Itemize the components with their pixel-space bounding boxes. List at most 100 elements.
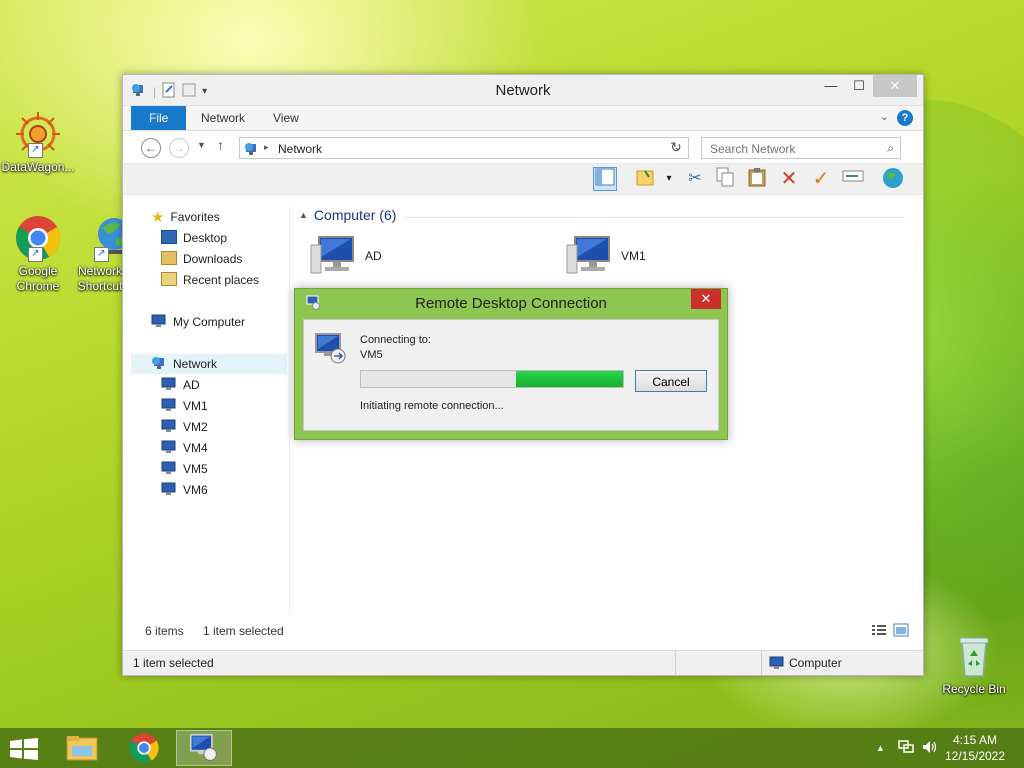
nav-network-vm5[interactable]: VM5 (161, 459, 208, 479)
refresh-button[interactable]: ↻ (665, 136, 687, 158)
address-text: Network (278, 142, 323, 156)
delete-icon[interactable]: ✕ (777, 167, 801, 191)
nav-network-vm4[interactable]: VM4 (161, 438, 208, 458)
search-icon[interactable]: ⌕ (887, 141, 894, 156)
checkmark-icon[interactable]: ✓ (809, 167, 833, 191)
folder-icon (66, 734, 98, 765)
navigation-pane: ★ Favorites Desktop Downloads Recent plac… (131, 205, 287, 613)
group-header-computer[interactable]: ▲ Computer (6) (299, 207, 396, 223)
network-status-icon[interactable] (898, 740, 914, 757)
desktop-icon-google-chrome[interactable]: ↗ Google Chrome (0, 214, 76, 294)
connection-status: Initiating remote connection... (360, 400, 504, 412)
cancel-button[interactable]: Cancel (635, 370, 707, 392)
desktop-icon-recycle-bin[interactable]: Recycle Bin (936, 632, 1012, 697)
globe-icon[interactable] (881, 167, 905, 191)
rename-icon[interactable] (841, 167, 865, 191)
tab-file[interactable]: File (131, 106, 187, 130)
command-toolbar: ▾ ✂ ✕ ✓ (123, 163, 923, 195)
cut-icon[interactable]: ✂ (683, 167, 707, 191)
computer-monitor-icon (309, 235, 357, 280)
remote-desktop-dialog: Remote Desktop Connection ✕ Connecting t… (294, 288, 728, 440)
desktop-icon-label: DataWagon... (1, 160, 75, 174)
address-bar[interactable]: ▸ Network ⌄ (239, 137, 689, 159)
search-input[interactable] (708, 139, 872, 159)
window-titlebar[interactable]: | ▾ Network — ☐ ✕ (123, 75, 923, 106)
status-zone: Computer (789, 656, 842, 670)
nav-network[interactable]: Network (131, 354, 287, 374)
minimize-button[interactable]: — (817, 75, 845, 97)
shortcut-arrow-icon: ↗ (94, 247, 109, 262)
nav-downloads[interactable]: Downloads (161, 249, 242, 269)
nav-network-ad[interactable]: AD (161, 375, 200, 395)
nav-favorites[interactable]: ★ Favorites (151, 207, 220, 227)
nav-recent-places[interactable]: Recent places (161, 270, 259, 290)
close-button[interactable]: ✕ (873, 75, 917, 97)
recycle-bin-icon (950, 632, 998, 680)
tab-network[interactable]: Network (187, 106, 259, 130)
nav-desktop[interactable]: Desktop (161, 228, 227, 248)
desktop-icon-datawagon[interactable]: ↗ DataWagon... (0, 110, 76, 175)
breadcrumb-chevron-icon[interactable]: ▸ (264, 142, 269, 153)
desktop-icon-label: Google Chrome (16, 264, 60, 293)
taskbar-chrome[interactable] (116, 730, 172, 766)
desktop-icon (161, 230, 177, 244)
shortcut-arrow-icon: ↗ (28, 247, 43, 262)
connecting-target: VM5 (360, 349, 383, 361)
details-view-icon[interactable] (871, 623, 887, 640)
window-title: Network (495, 82, 551, 99)
up-button[interactable]: ↑ (217, 137, 224, 153)
connection-progress-bar (360, 370, 624, 388)
volume-icon[interactable] (922, 740, 938, 757)
datawagon-icon: ↗ (14, 110, 62, 158)
computer-icon (161, 398, 177, 412)
chrome-icon: ↗ (14, 214, 62, 262)
back-button[interactable]: ← (141, 138, 161, 158)
status-selected: 1 item selected (133, 656, 214, 670)
pane-divider[interactable] (289, 205, 290, 613)
address-row: ← → ▼ ↑ ▸ Network ⌄ ↻ ⌕ (123, 131, 923, 163)
show-hidden-icons-button[interactable]: ▲ (876, 743, 885, 753)
shortcut-arrow-icon: ↗ (28, 143, 43, 158)
chrome-icon (128, 732, 160, 767)
system-clock[interactable]: 4:15 AM 12/15/2022 (940, 732, 1010, 764)
properties-folder-icon[interactable] (633, 167, 657, 191)
nav-network-vm2[interactable]: VM2 (161, 417, 208, 437)
recent-locations-icon[interactable]: ▼ (197, 140, 206, 150)
dialog-body: Connecting to: VM5 Cancel Initiating rem… (303, 319, 719, 431)
nav-network-vm1[interactable]: VM1 (161, 396, 208, 416)
copy-icon[interactable] (713, 167, 737, 191)
desktop-icon-label: Network Shortcut (77, 264, 123, 293)
desktop-icon-network-shortcut[interactable]: ↗ Network Shortcut (70, 214, 130, 294)
selected-count: 1 item selected (203, 624, 284, 638)
remote-desktop-icon (189, 733, 219, 766)
maximize-button[interactable]: ☐ (845, 75, 873, 97)
taskbar-file-explorer[interactable] (54, 730, 110, 766)
computer-item-vm1[interactable]: VM1 (565, 235, 715, 275)
forward-button[interactable]: → (169, 138, 189, 158)
help-icon[interactable]: ? (897, 110, 913, 126)
expand-ribbon-icon[interactable]: ⌄ (880, 110, 889, 123)
computer-item-ad[interactable]: AD (309, 235, 459, 275)
toolbar-dropdown-icon[interactable]: ▾ (657, 167, 681, 191)
downloads-icon (161, 251, 177, 265)
computer-icon (161, 377, 177, 391)
taskbar-remote-desktop[interactable] (176, 730, 232, 766)
status-bar: 1 item selected Computer (123, 650, 923, 675)
tab-view[interactable]: View (259, 106, 313, 130)
nav-my-computer[interactable]: My Computer (151, 312, 245, 332)
group-divider (404, 217, 905, 218)
connecting-label: Connecting to: (360, 334, 431, 346)
progress-fill (515, 371, 623, 387)
paste-icon[interactable] (745, 167, 769, 191)
remote-desktop-large-icon (314, 332, 348, 369)
dialog-close-button[interactable]: ✕ (691, 289, 721, 309)
item-count: 6 items (145, 624, 184, 638)
nav-network-vm6[interactable]: VM6 (161, 480, 208, 500)
preview-pane-button[interactable] (593, 167, 617, 191)
large-icons-view-icon[interactable] (893, 623, 909, 640)
computer-icon (151, 314, 167, 328)
collapse-triangle-icon[interactable]: ▲ (299, 210, 308, 220)
start-button[interactable] (10, 738, 38, 763)
ribbon-tabs: File Network View ⌄ ? (123, 106, 923, 131)
search-box[interactable]: ⌕ (701, 137, 901, 159)
